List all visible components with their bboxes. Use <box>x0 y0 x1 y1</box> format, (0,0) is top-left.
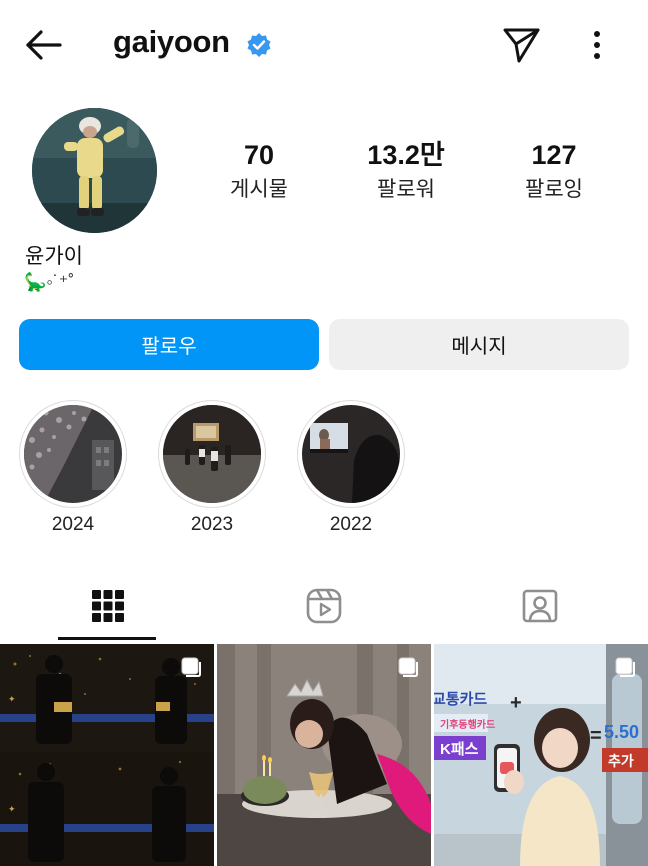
following-count[interactable]: 127 팔로잉 <box>494 138 614 204</box>
post-text-kpass: K패스 <box>440 741 479 758</box>
highlight-cover <box>163 405 261 503</box>
active-tab-indicator <box>58 637 156 640</box>
post-tile[interactable]: ✦ ✦ <box>0 644 214 866</box>
back-arrow-icon[interactable] <box>22 26 64 64</box>
highlight-label: 2024 <box>51 514 95 535</box>
followers-count-value: 13.2만 <box>367 140 445 170</box>
tab-reels[interactable] <box>216 572 432 640</box>
message-button[interactable]: 메시지 <box>329 319 629 370</box>
avatar[interactable] <box>32 108 157 233</box>
grid-icon <box>92 590 124 622</box>
avatar-image <box>32 108 157 233</box>
highlight-label: 2023 <box>190 514 234 535</box>
post-text-climate-card: 기후동행카드 <box>440 718 495 731</box>
highlight-label: 2022 <box>329 514 373 535</box>
post-text-extra: 추가 <box>608 753 634 769</box>
posts-count-label: 게시물 <box>230 178 288 201</box>
more-vertical-icon[interactable] <box>584 26 610 64</box>
followers-count-label: 팔로워 <box>377 178 435 201</box>
svg-text:+: + <box>510 692 522 714</box>
followers-count[interactable]: 13.2만 팔로워 <box>346 138 466 204</box>
highlight-2024[interactable]: 2024 <box>19 400 127 536</box>
top-bar: gaiyoon <box>0 0 648 90</box>
post-text-amount: 5.50 <box>604 722 639 742</box>
svg-text:✦: ✦ <box>8 804 16 814</box>
svg-text:=: = <box>590 725 602 747</box>
highlight-2023[interactable]: 2023 <box>158 400 266 536</box>
multiple-posts-icon <box>181 657 201 677</box>
highlight-ring <box>158 400 266 508</box>
multiple-posts-icon <box>398 657 418 677</box>
tagged-icon <box>522 589 558 623</box>
username: gaiyoon <box>113 24 230 59</box>
following-count-value: 127 <box>531 140 577 170</box>
following-count-label: 팔로잉 <box>525 178 583 201</box>
highlight-cover <box>24 405 122 503</box>
post-tile[interactable]: 교통카드 기후동행카드 K패스 + = 5.50 추가 <box>434 644 648 866</box>
follow-button[interactable]: 팔로우 <box>19 319 319 370</box>
posts-grid: ✦ ✦ 교통카드 기후동행카드 K패스 + = 5.50 추가 <box>0 644 648 866</box>
posts-count: 70 게시물 <box>199 138 319 204</box>
verified-badge-icon <box>247 33 271 57</box>
highlight-ring <box>297 400 405 508</box>
post-text-card: 교통카드 <box>434 691 487 708</box>
multiple-posts-icon <box>615 657 635 677</box>
svg-text:✦: ✦ <box>8 694 16 704</box>
posts-count-value: 70 <box>243 140 275 170</box>
highlight-cover <box>302 405 400 503</box>
profile-bio: 🦕◦˙⁺˚ <box>24 272 75 292</box>
reels-icon <box>306 588 342 624</box>
post-tile[interactable] <box>217 644 431 866</box>
highlight-2022[interactable]: 2022 <box>297 400 405 536</box>
highlight-ring <box>19 400 127 508</box>
tab-posts-grid[interactable] <box>0 572 216 640</box>
profile-tabs <box>0 572 648 642</box>
tab-tagged[interactable] <box>432 572 648 640</box>
profile-full-name: 윤가이 <box>25 245 83 268</box>
send-icon[interactable] <box>500 24 542 64</box>
